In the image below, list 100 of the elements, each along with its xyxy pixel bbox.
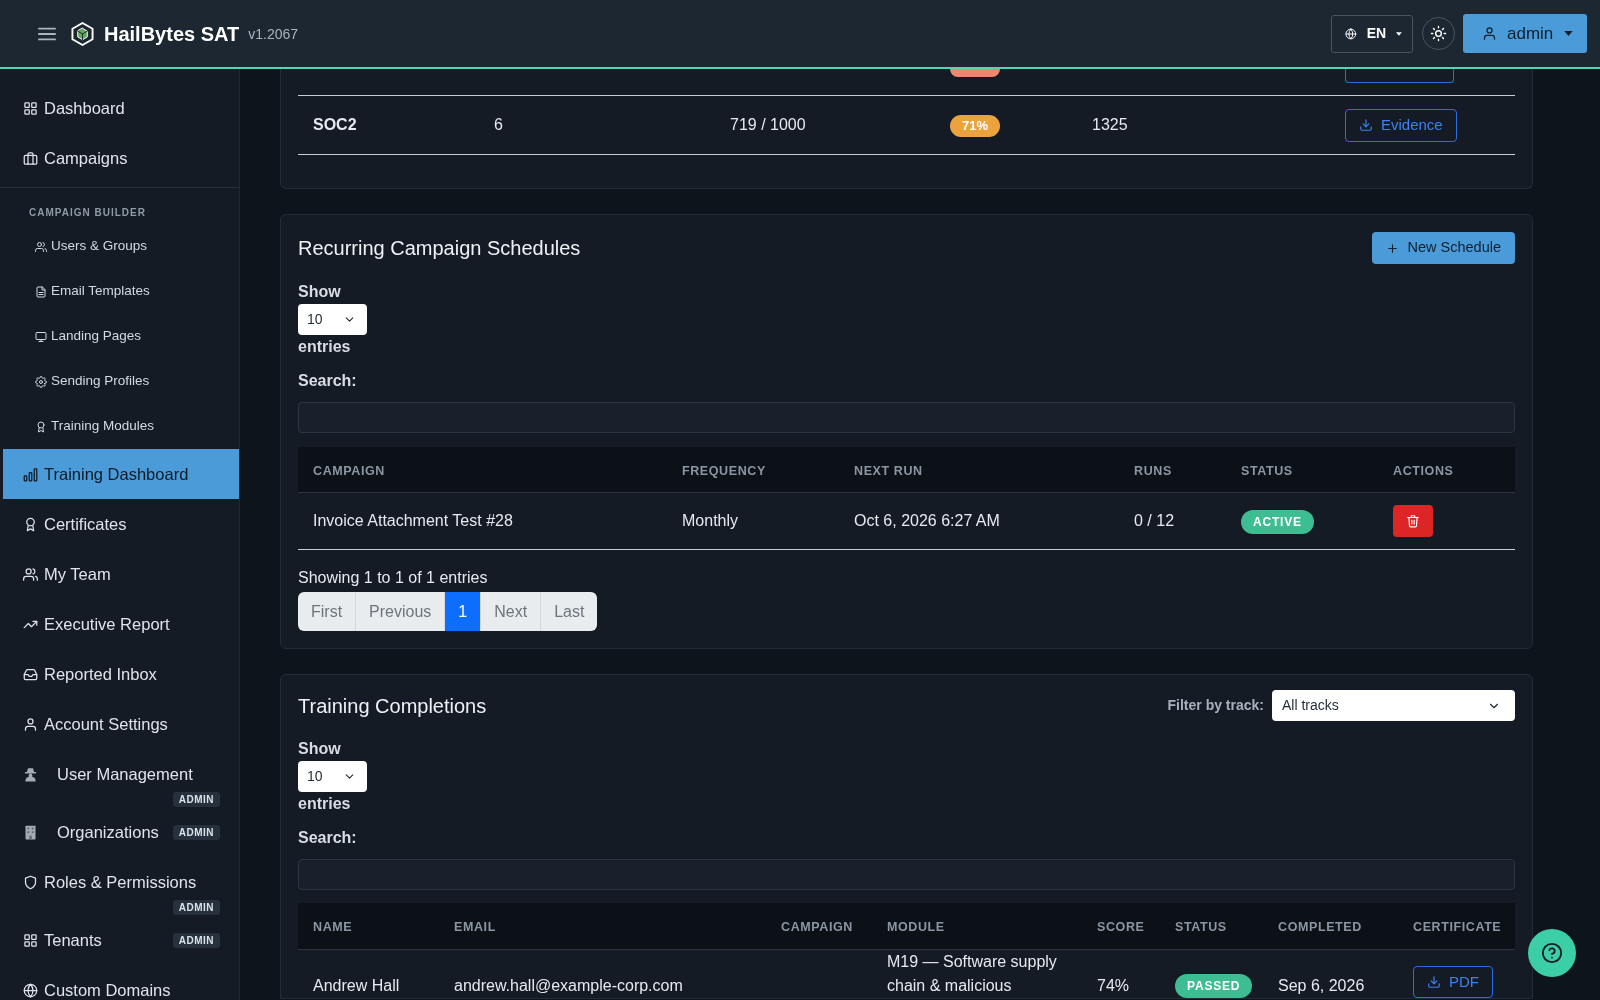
document-icon: [35, 285, 47, 298]
search-label: Search:: [298, 828, 358, 848]
pagination-button[interactable]: 1: [445, 592, 482, 631]
sidebar-item[interactable]: Landing Pages: [3, 314, 239, 359]
new-schedule-button[interactable]: New Schedule: [1371, 232, 1515, 264]
page-length-select[interactable]: 10: [298, 304, 367, 335]
help-button[interactable]: [1528, 929, 1576, 977]
trash-icon: [1406, 514, 1420, 528]
award-icon: [23, 516, 38, 532]
column-header: SCORE: [1097, 920, 1145, 934]
bar-chart-icon: [23, 466, 38, 482]
pagination-button[interactable]: Previous: [356, 592, 446, 631]
admin-badge: ADMIN: [172, 900, 220, 915]
percent-badge: 71%: [950, 114, 1000, 137]
sidebar-item[interactable]: Sending Profiles: [3, 359, 239, 404]
menu-icon: [38, 25, 56, 42]
sidebar-item[interactable]: Tenants: [3, 915, 173, 965]
sidebar-item[interactable]: Organizations: [3, 807, 173, 857]
users-icon: [23, 566, 38, 582]
sidebar-item[interactable]: Users & Groups: [3, 224, 239, 269]
points-value: 1325: [1092, 116, 1128, 133]
sidebar-item[interactable]: Reported Inbox: [3, 649, 239, 699]
next-run-date: Oct 6, 2026 6:27 AM: [854, 512, 1000, 529]
caret-icon: [1396, 31, 1402, 36]
sidebar-item[interactable]: Dashboard: [3, 83, 239, 133]
page-length-select[interactable]: 10: [298, 761, 367, 792]
sidebar-item[interactable]: Custom Domains: [3, 965, 239, 1000]
sun-icon: [1430, 25, 1447, 42]
hat-figure-icon: [23, 766, 38, 782]
search-field[interactable]: [298, 859, 1515, 890]
entries-label: entries: [298, 337, 352, 357]
award-icon: [35, 420, 47, 433]
sidebar-item[interactable]: Training Dashboard: [3, 449, 239, 499]
plus-icon: [1385, 241, 1399, 255]
user-menu-button[interactable]: admin: [1463, 14, 1587, 53]
pdf-button[interactable]: PDF: [1413, 966, 1493, 998]
search-label: Search:: [298, 371, 358, 391]
evidence-button[interactable]: [1345, 69, 1454, 83]
card-title: Training Completions: [298, 693, 487, 719]
column-header: RUNS: [1134, 463, 1172, 478]
sidebar-item[interactable]: Certificates: [3, 499, 239, 549]
score-value: 74%: [1097, 977, 1130, 994]
campaign-name: Invoice Attachment Test #28: [313, 512, 513, 529]
caret-icon: [1564, 31, 1573, 36]
building-icon: [23, 824, 38, 840]
admin-badge: ADMIN: [172, 825, 220, 840]
module-name: M19 — Software supply chain & malicious: [887, 953, 1057, 994]
column-header: STATUS: [1241, 463, 1293, 478]
users-icon: [35, 240, 47, 253]
shield-icon: [23, 874, 38, 890]
sidebar-item[interactable]: Training Modules: [3, 404, 239, 449]
version-label: v1.2067: [248, 25, 299, 44]
email-address: andrew.hall@example-corp.com: [454, 977, 683, 994]
language-button[interactable]: EN: [1331, 14, 1413, 53]
sidebar-item[interactable]: Campaigns: [3, 133, 239, 183]
column-header: CERTIFICATE: [1413, 920, 1502, 934]
score-value: 719 / 1000: [730, 116, 806, 133]
person-name: Andrew Hall: [313, 977, 400, 994]
search-field[interactable]: [298, 402, 1515, 433]
column-header: CAMPAIGN: [313, 463, 385, 478]
frequency-value: Monthly: [682, 512, 739, 529]
user-icon: [23, 716, 38, 732]
grid-icon: [23, 100, 38, 116]
delete-button[interactable]: [1393, 505, 1433, 537]
completed-date: Sep 6, 2026: [1278, 977, 1365, 994]
grid-icon: [23, 932, 38, 948]
sidebar-item[interactable]: My Team: [3, 549, 239, 599]
sidebar-item[interactable]: Email Templates: [3, 269, 239, 314]
column-header: FREQUENCY: [682, 463, 766, 478]
help-icon: [1541, 942, 1563, 964]
monitor-icon: [35, 330, 47, 343]
column-header: STATUS: [1175, 920, 1227, 934]
evidence-button[interactable]: Evidence: [1345, 108, 1457, 142]
runs-count: 0 / 12: [1134, 512, 1175, 529]
column-header: CAMPAIGN: [781, 920, 853, 934]
sidebar-item[interactable]: Account Settings: [3, 699, 239, 749]
table-info: Showing 1 to 1 of 1 entries: [298, 568, 489, 588]
column-header: COMPLETED: [1278, 920, 1362, 934]
download-icon: [1359, 118, 1373, 132]
count-value: 6: [494, 116, 503, 133]
status-badge: PASSED: [1175, 974, 1253, 998]
pagination-button[interactable]: First: [298, 592, 357, 631]
menu-button[interactable]: [38, 25, 56, 42]
status-badge: ACTIVE: [1241, 509, 1314, 534]
entries-label: entries: [298, 794, 352, 814]
download-icon: [1427, 975, 1441, 989]
user-icon: [1482, 26, 1497, 41]
admin-badge: ADMIN: [172, 792, 220, 807]
pagination-button[interactable]: Last: [541, 592, 598, 631]
app-title: HailBytes SAT: [104, 21, 240, 47]
admin-badge: ADMIN: [172, 933, 220, 948]
section-heading: CAMPAIGN BUILDER: [28, 206, 147, 219]
track-filter-select[interactable]: All tracks: [1272, 690, 1515, 721]
briefcase-icon: [23, 150, 38, 166]
pagination-button[interactable]: Next: [481, 592, 542, 631]
logo-icon: [71, 20, 94, 47]
sidebar-item[interactable]: Executive Report: [3, 599, 239, 649]
column-header: EMAIL: [454, 920, 496, 934]
column-header: NAME: [313, 920, 353, 934]
card-title: Recurring Campaign Schedules: [298, 236, 581, 261]
